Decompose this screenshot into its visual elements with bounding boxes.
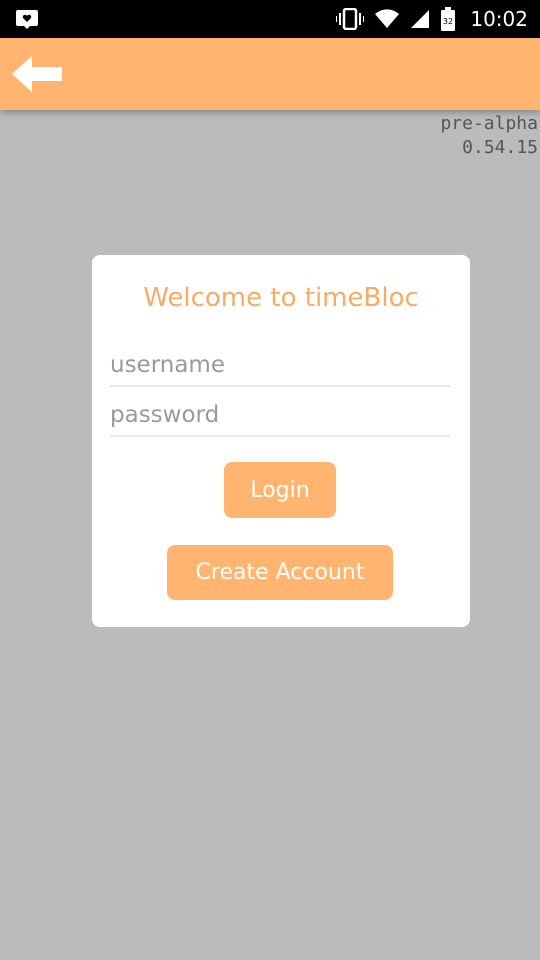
battery-icon: 32 [441,7,456,31]
notification-icon [16,10,38,29]
vibrate-icon [336,8,365,30]
wifi-icon [375,9,400,28]
version-stage: pre-alpha [440,113,538,134]
battery-level: 32 [443,17,453,26]
status-bar: 32 10:02 [0,0,540,38]
signal-icon [411,10,430,28]
status-icons: 32 10:02 [336,0,528,38]
version-number: 0.54.15 [462,137,538,158]
version-label: pre-alpha 0.54.15 [440,112,538,160]
username-input[interactable] [110,345,450,387]
login-button[interactable]: Login [224,462,336,518]
password-input[interactable] [110,395,450,437]
status-time: 10:02 [470,7,528,31]
login-card: Welcome to timeBloc Login Create Account [92,255,470,627]
welcome-title: Welcome to timeBloc [143,283,419,313]
app-bar [0,38,540,110]
arrow-left-icon[interactable] [10,52,66,96]
create-account-button[interactable]: Create Account [167,545,393,600]
